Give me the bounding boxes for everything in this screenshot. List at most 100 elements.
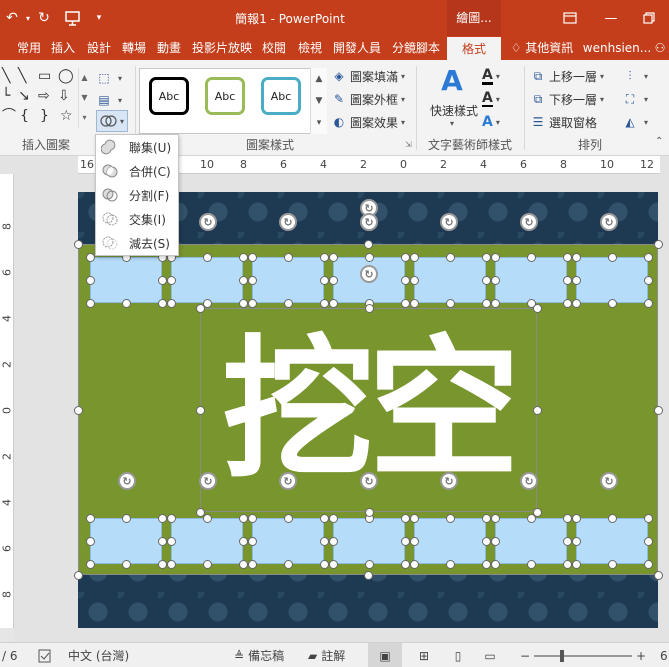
resize-handle[interactable] xyxy=(572,299,581,308)
resize-handle[interactable] xyxy=(410,514,419,523)
resize-handle[interactable] xyxy=(248,299,257,308)
resize-handle[interactable] xyxy=(86,276,95,285)
resize-handle[interactable] xyxy=(401,299,410,308)
rotate-handle-icon[interactable]: ↻ xyxy=(360,472,378,490)
resize-handle[interactable] xyxy=(491,253,500,262)
align-button[interactable]: ⫶ ▾ xyxy=(622,66,648,86)
resize-handle[interactable] xyxy=(167,537,176,546)
resize-handle[interactable] xyxy=(364,571,373,580)
rotate-handle-icon[interactable]: ↻ xyxy=(600,213,618,231)
tab-animations[interactable]: 動畫 xyxy=(153,36,185,60)
reading-view-button[interactable]: ▯ xyxy=(446,643,470,667)
resize-handle[interactable] xyxy=(644,560,653,569)
resize-handle[interactable] xyxy=(491,560,500,569)
resize-handle[interactable] xyxy=(329,514,338,523)
resize-handle[interactable] xyxy=(239,253,248,262)
resize-handle[interactable] xyxy=(572,560,581,569)
vertical-ruler[interactable]: 8 6 4 2 0 2 4 6 8 xyxy=(0,174,14,628)
resize-handle[interactable] xyxy=(563,299,572,308)
zoom-in-button[interactable]: + xyxy=(636,643,646,667)
zoom-out-button[interactable]: − xyxy=(520,643,530,667)
restore-icon[interactable] xyxy=(632,0,666,36)
resize-handle[interactable] xyxy=(284,560,293,569)
merge-subtract-item[interactable]: 減去(S) xyxy=(96,231,180,255)
connector-icon[interactable]: ↘ xyxy=(18,88,30,104)
resize-handle[interactable] xyxy=(320,299,329,308)
resize-handle[interactable] xyxy=(644,276,653,285)
selection-pane-button[interactable]: ☰ 選取窗格 xyxy=(530,112,597,132)
zoom-level[interactable]: 6 xyxy=(660,643,668,667)
text-outline-button[interactable]: A ▾ xyxy=(482,89,500,109)
rotate-handle-icon[interactable]: ↻ xyxy=(520,472,538,490)
zoom-slider-thumb[interactable] xyxy=(560,649,564,662)
spell-check-icon[interactable] xyxy=(38,643,52,667)
rotate-handle-icon[interactable]: ↻ xyxy=(600,472,618,490)
resize-handle[interactable] xyxy=(158,299,167,308)
resize-handle[interactable] xyxy=(608,253,617,262)
resize-handle[interactable] xyxy=(158,276,167,285)
resize-handle[interactable] xyxy=(329,253,338,262)
resize-handle[interactable] xyxy=(491,514,500,523)
text-box-button[interactable]: ▤ ▾ xyxy=(96,90,122,110)
undo-dropdown-icon[interactable]: ▾ xyxy=(22,8,34,28)
rotate-handle-icon[interactable]: ↻ xyxy=(118,472,136,490)
resize-handle[interactable] xyxy=(401,560,410,569)
resize-handle[interactable] xyxy=(482,514,491,523)
resize-handle[interactable] xyxy=(446,299,455,308)
resize-handle[interactable] xyxy=(167,276,176,285)
tab-review[interactable]: 校閱 xyxy=(258,36,290,60)
resize-handle[interactable] xyxy=(86,537,95,546)
blue-cell-shape[interactable] xyxy=(90,518,162,564)
resize-handle[interactable] xyxy=(654,405,663,415)
resize-handle[interactable] xyxy=(284,253,293,262)
merge-fragment-item[interactable]: 分割(F) xyxy=(96,183,180,207)
resize-handle[interactable] xyxy=(364,304,374,313)
merge-intersect-item[interactable]: 交集(I) xyxy=(96,207,180,231)
rotate-handle-icon[interactable]: ↻ xyxy=(440,472,458,490)
tab-view[interactable]: 檢視 xyxy=(294,36,326,60)
resize-handle[interactable] xyxy=(410,560,419,569)
resize-handle[interactable] xyxy=(248,514,257,523)
resize-handle[interactable] xyxy=(86,253,95,262)
blue-cell-shape[interactable] xyxy=(171,257,243,303)
resize-handle[interactable] xyxy=(527,253,536,262)
resize-handle[interactable] xyxy=(239,560,248,569)
resize-handle[interactable] xyxy=(401,514,410,523)
resize-handle[interactable] xyxy=(248,253,257,262)
dialog-launcher-icon[interactable]: ⇲ xyxy=(405,140,412,149)
blue-cell-shape[interactable] xyxy=(252,518,324,564)
style-option-teal[interactable]: Abc xyxy=(261,77,301,115)
redo-icon[interactable]: ↻ xyxy=(34,8,54,28)
blue-cell-shape[interactable] xyxy=(252,257,324,303)
resize-handle[interactable] xyxy=(320,253,329,262)
resize-handle[interactable] xyxy=(167,299,176,308)
rotate-handle-icon[interactable]: ↻ xyxy=(360,265,378,283)
rotate-handle-icon[interactable]: ↻ xyxy=(360,213,378,231)
resize-handle[interactable] xyxy=(86,560,95,569)
shape-outline-button[interactable]: ✎ 圖案外框 ▾ xyxy=(331,89,405,109)
resize-handle[interactable] xyxy=(491,276,500,285)
slideshow-button[interactable]: ▭ xyxy=(478,643,502,667)
resize-handle[interactable] xyxy=(248,537,257,546)
tab-slideshow[interactable]: 投影片放映 xyxy=(188,36,256,60)
rotate-handle-icon[interactable]: ↻ xyxy=(279,213,297,231)
resize-handle[interactable] xyxy=(572,276,581,285)
resize-handle[interactable] xyxy=(74,240,83,249)
resize-handle[interactable] xyxy=(320,560,329,569)
zoom-slider[interactable] xyxy=(534,643,632,667)
resize-handle[interactable] xyxy=(203,514,212,523)
blue-cell-shape[interactable] xyxy=(576,257,648,303)
resize-handle[interactable] xyxy=(122,514,131,523)
rotate-handle-icon[interactable]: ↻ xyxy=(279,472,297,490)
blue-cell-shape[interactable] xyxy=(414,257,486,303)
ribbon-display-icon[interactable] xyxy=(553,0,587,36)
resize-handle[interactable] xyxy=(482,299,491,308)
merge-shapes-button[interactable]: ▾ xyxy=(96,110,128,132)
resize-handle[interactable] xyxy=(527,560,536,569)
star-icon[interactable]: ☆ xyxy=(60,108,73,124)
edit-shape-button[interactable]: ⬚ ▾ xyxy=(96,68,122,88)
blue-cell-shape[interactable] xyxy=(171,518,243,564)
resize-handle[interactable] xyxy=(203,560,212,569)
arc-icon[interactable]: ⌒ xyxy=(2,108,16,124)
tab-storyboarding[interactable]: 分鏡腳本 xyxy=(388,36,444,60)
